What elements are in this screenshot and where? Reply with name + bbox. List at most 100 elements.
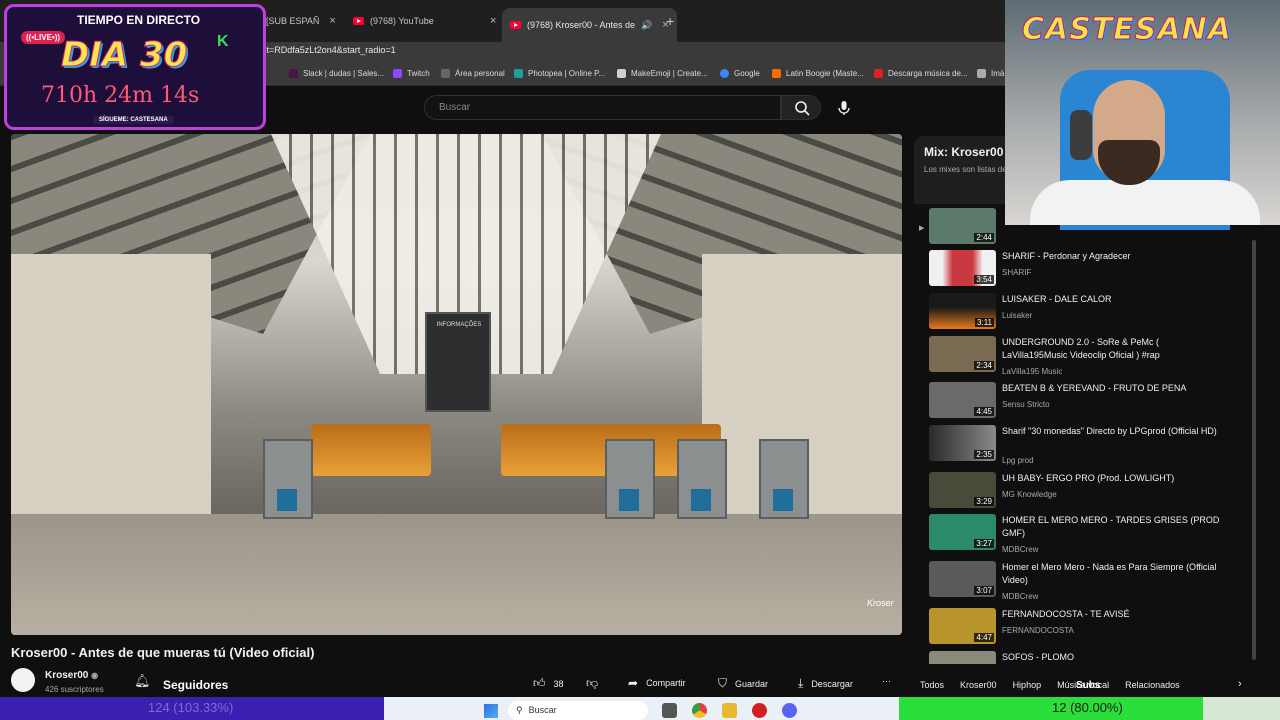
playlist-item[interactable]: 3:27 HOMER EL MERO MERO - TARDES GRISES … [929, 514, 1259, 560]
chips-next-icon[interactable]: › [1238, 678, 1242, 690]
bookmark-latin-boogie[interactable]: Latin Boogie (Maste... [772, 69, 864, 78]
bookmark-google[interactable]: Google [720, 69, 760, 78]
browser-tab-active[interactable]: (9768) Kroser00 - Antes de 🔊 × [502, 8, 677, 42]
playlist-item[interactable]: 2:35 Sharif "30 monedas" Directo by LPGp… [929, 425, 1259, 471]
now-playing-icon: ▶ [919, 225, 925, 232]
playlist-item-channel: MG Knowledge [1002, 490, 1057, 499]
chip-related[interactable]: Relacionados [1125, 680, 1180, 690]
playlist-item[interactable]: 4:45 BEATEN B & YEREVAND - FRUTO DE PENA… [929, 382, 1259, 422]
video-frame-kiosk [605, 439, 655, 519]
chip-channel[interactable]: Kroser00 [960, 680, 997, 690]
thumbs-up-icon: 👍︎ [533, 676, 546, 690]
playlist-item-channel: Sensu Stricto [1002, 400, 1050, 409]
playlist-thumbnail[interactable]: 2:35 [929, 425, 996, 461]
playlist-item-title[interactable]: FERNANDOCOSTA - TE AVISÉ [1002, 608, 1224, 621]
verified-icon: ◉ [91, 671, 99, 680]
playlist-item[interactable]: 4:47 FERNANDOCOSTA - TE AVISÉ FERNANDOCO… [929, 608, 1259, 648]
share-icon: ➦ [628, 676, 639, 690]
browser-tab-youtube[interactable]: (9768) YouTube × [345, 8, 504, 34]
bookmark-images[interactable]: Imá [977, 69, 1004, 78]
chip-all[interactable]: Todos [920, 680, 944, 690]
playlist-item-title[interactable]: SOFOS - PLOMO [1002, 651, 1224, 664]
video-duration: 3:54 [974, 275, 994, 284]
tab-close-icon[interactable]: × [490, 15, 496, 27]
channel-name[interactable]: Kroser00 ◉ [45, 670, 98, 681]
video-duration: 3:29 [974, 497, 994, 506]
download-icon: ⤓ [798, 676, 804, 690]
playlist-item[interactable]: SOFOS - PLOMO [929, 651, 1259, 664]
search-icon [795, 101, 810, 116]
playlist-item-title[interactable]: UNDERGROUND 2.0 - SoRe & PeMc ( LaVilla1… [1002, 336, 1224, 362]
bookmark-photopea[interactable]: Photopea | Online P... [514, 69, 605, 78]
bookmark-icon [772, 69, 781, 78]
download-button[interactable]: ⤓ Descargar [798, 676, 853, 691]
taskbar-search-input[interactable]: ⚲ Buscar [508, 701, 648, 720]
like-button[interactable]: 👍︎ 38 [533, 676, 564, 691]
sub-goal-right-text: 12 (80.00%) [1052, 700, 1123, 715]
playlist-thumbnail[interactable]: 3:27 [929, 514, 996, 550]
bookmark-area-personal[interactable]: Área personal [441, 69, 505, 78]
video-player[interactable]: INFORMAÇÕES Kroser [11, 134, 902, 635]
playlist-item-title[interactable]: BEATEN B & YEREVAND - FRUTO DE PENA [1002, 382, 1224, 395]
playlist-item[interactable]: 3:07 Homer el Mero Mero - Nada es Para S… [929, 561, 1259, 607]
playlist-item-title[interactable]: Sharif "30 monedas" Directo by LPGprod (… [1002, 425, 1224, 438]
playlist-item[interactable]: 3:54 SHARIF - Perdonar y Agradecer SHARI… [929, 250, 1259, 290]
more-actions-button[interactable]: ⋯ [882, 676, 891, 687]
bookmark-twitch[interactable]: Twitch [393, 69, 430, 78]
playlist-thumbnail[interactable]: 4:45 [929, 382, 996, 418]
audio-playing-icon[interactable]: 🔊 [641, 20, 652, 31]
playlist-thumbnail[interactable]: 2:44 [929, 208, 996, 244]
playlist-scrollbar[interactable] [1252, 240, 1256, 660]
windows-start-icon[interactable] [484, 704, 498, 718]
video-duration: 3:11 [975, 318, 994, 327]
voice-search-button[interactable] [833, 97, 855, 119]
playlist-item-title[interactable]: HOMER EL MERO MERO - TARDES GRISES (PROD… [1002, 514, 1224, 540]
new-tab-button[interactable]: + [666, 13, 674, 29]
playlist-item[interactable]: 3:11 LUISAKER - DALE CALOR Luisaker [929, 293, 1259, 333]
playlist-item-title[interactable]: SHARIF - Perdonar y Agradecer [1002, 250, 1224, 263]
sub-goal-left-text: 124 (103.33%) [148, 700, 234, 715]
playlist-item-title[interactable]: UH BABY- ERGO PRO (Prod. LOWLIGHT) [1002, 472, 1224, 485]
save-button[interactable]: ⛉ Guardar [718, 676, 768, 691]
video-frame-wall-left [11, 254, 211, 554]
playlist-item-title[interactable]: LUISAKER - DALE CALOR [1002, 293, 1224, 306]
bookmark-slack[interactable]: Slack | dudas | Sales... [289, 69, 384, 78]
playlist-item[interactable]: 3:29 UH BABY- ERGO PRO (Prod. LOWLIGHT) … [929, 472, 1259, 512]
playlist-item[interactable]: 2:34 UNDERGROUND 2.0 - SoRe & PeMc ( LaV… [929, 336, 1259, 382]
folder-icon[interactable] [722, 703, 737, 718]
chip-hiphop[interactable]: Hiphop [1013, 680, 1042, 690]
record-icon[interactable] [752, 703, 767, 718]
video-title: Kroser00 - Antes de que mueras tú (Video… [11, 645, 315, 660]
sub-goal-bar-right-remaining [1203, 697, 1280, 720]
playlist-thumbnail[interactable]: 4:47 [929, 608, 996, 644]
search-button[interactable] [781, 95, 821, 120]
playlist-thumbnail[interactable] [929, 651, 996, 664]
discord-icon[interactable] [782, 703, 797, 718]
playlist-thumbnail[interactable]: 3:07 [929, 561, 996, 597]
video-frame-floor [11, 514, 902, 635]
playlist-thumbnail[interactable]: 3:29 [929, 472, 996, 508]
search-icon: ⚲ [516, 705, 523, 715]
browser-tab[interactable]: [SUB ESPAÑ × [258, 8, 344, 34]
playlist-item-channel: MDBCrew [1002, 545, 1039, 554]
url-text[interactable]: st=RDdfa5zLt2on4&start_radio=1 [262, 45, 396, 55]
share-button[interactable]: ➦ Compartir [628, 676, 686, 690]
tab-close-icon[interactable]: × [329, 15, 335, 27]
channel-avatar[interactable] [11, 668, 35, 692]
bookmark-descarga[interactable]: Descarga música de... [874, 69, 968, 78]
playlist-item-title[interactable]: Homer el Mero Mero - Nada es Para Siempr… [1002, 561, 1224, 587]
mix-title[interactable]: Mix: Kroser00 [924, 145, 1003, 159]
search-input[interactable]: Buscar [424, 95, 781, 120]
video-frame-kiosk [263, 439, 313, 519]
notification-bell-icon[interactable]: 🔔︎ [134, 673, 151, 689]
playlist-thumbnail[interactable]: 2:34 [929, 336, 996, 372]
playlist-thumbnail[interactable]: 3:11 [929, 293, 996, 329]
video-duration: 2:44 [974, 233, 994, 242]
bookmark-makeemoji[interactable]: MakeEmoji | Create... [617, 69, 708, 78]
microphone-icon [838, 101, 850, 115]
playlist-thumbnail[interactable]: 3:54 [929, 250, 996, 286]
chrome-icon[interactable] [692, 703, 707, 718]
file-explorer-icon[interactable] [662, 703, 677, 718]
dislike-button[interactable]: 👎︎ [586, 676, 606, 691]
slack-icon [289, 69, 298, 78]
